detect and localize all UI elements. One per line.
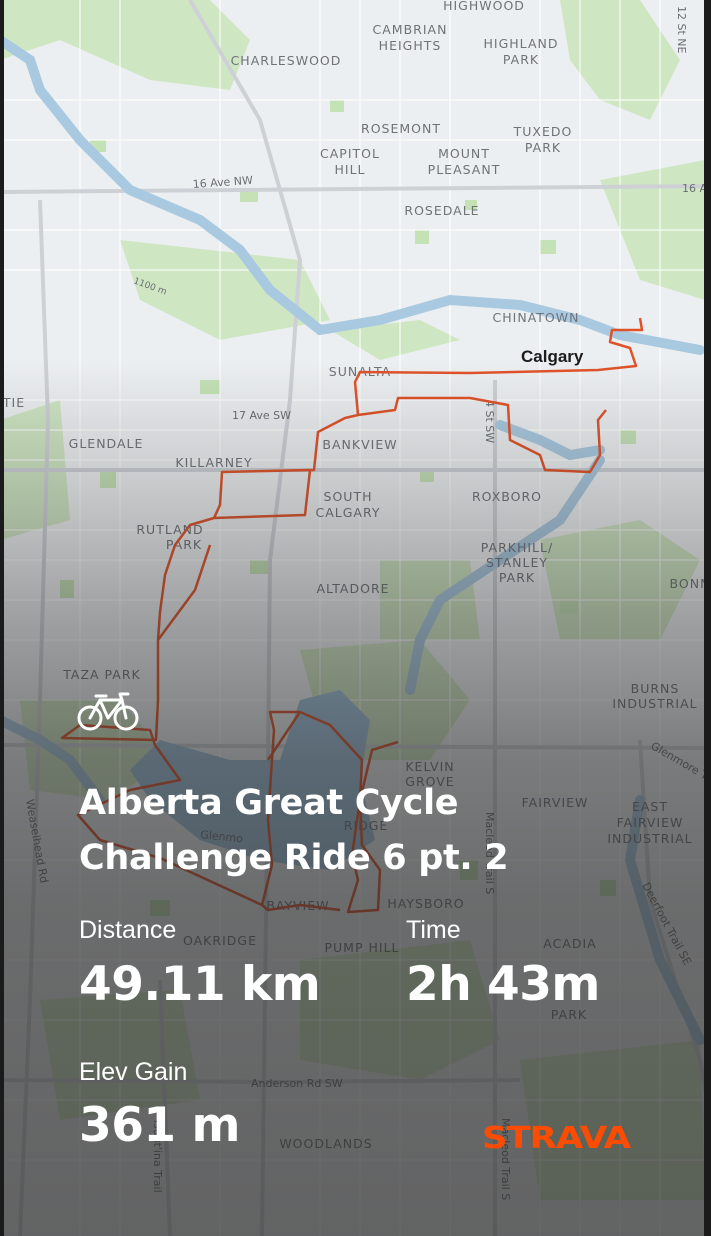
- svg-text:ROSEDALE: ROSEDALE: [404, 203, 479, 218]
- activity-title-line2: Challenge Ride 6 pt. 2: [79, 838, 509, 878]
- svg-text:STANLEY: STANLEY: [486, 555, 548, 570]
- svg-text:INDUSTRIAL: INDUSTRIAL: [612, 696, 697, 711]
- svg-text:PLEASANT: PLEASANT: [428, 162, 501, 177]
- svg-text:CAPITOL: CAPITOL: [320, 146, 380, 161]
- svg-text:OAKRIDGE: OAKRIDGE: [183, 933, 257, 948]
- svg-text:TUXEDO: TUXEDO: [513, 124, 573, 139]
- svg-text:Anderson Rd SW: Anderson Rd SW: [251, 1077, 343, 1090]
- city-label: Calgary: [521, 347, 584, 366]
- svg-text:PARK: PARK: [503, 52, 539, 67]
- elev-gain-label: Elev Gain: [79, 1058, 188, 1086]
- svg-text:TIE: TIE: [2, 395, 25, 410]
- svg-text:TAZA PARK: TAZA PARK: [62, 667, 140, 682]
- svg-text:CHINATOWN: CHINATOWN: [493, 310, 580, 325]
- distance-label: Distance: [79, 916, 177, 944]
- bicycle-icon: [77, 692, 139, 731]
- svg-text:CALGARY: CALGARY: [315, 505, 380, 520]
- svg-text:ALTADORE: ALTADORE: [316, 581, 389, 596]
- svg-text:PARK: PARK: [166, 537, 202, 552]
- right-edge: [704, 0, 711, 1236]
- elev-gain-value: 361 m: [79, 1098, 240, 1153]
- svg-text:SOUTH: SOUTH: [324, 489, 373, 504]
- svg-text:PARKHILL/: PARKHILL/: [481, 540, 553, 555]
- left-edge: [0, 0, 4, 1236]
- activity-title-line1: Alberta Great Cycle: [79, 783, 459, 823]
- route-map: HIGHWOOD CAMBRIAN HEIGHTS HIGHLAND PARK …: [0, 0, 711, 1236]
- svg-text:BANKVIEW: BANKVIEW: [322, 437, 397, 452]
- strava-wordmark: STRAVA: [482, 1121, 632, 1152]
- time-value: 2h 43m: [406, 957, 600, 1012]
- svg-text:PARK: PARK: [499, 570, 535, 585]
- strava-logo: STRAVA: [482, 1121, 632, 1152]
- svg-text:17 Ave SW: 17 Ave SW: [232, 409, 291, 422]
- svg-text:KELVIN: KELVIN: [405, 759, 454, 774]
- svg-text:GLENDALE: GLENDALE: [69, 436, 144, 451]
- svg-text:KILLARNEY: KILLARNEY: [175, 455, 252, 470]
- svg-text:CHARLESWOOD: CHARLESWOOD: [231, 53, 342, 68]
- time-label: Time: [406, 916, 461, 944]
- activity-title: Alberta Great Cycle Challenge Ride 6 pt.…: [79, 776, 639, 886]
- svg-text:MOUNT: MOUNT: [438, 146, 490, 161]
- svg-text:CAMBRIAN: CAMBRIAN: [373, 22, 448, 37]
- activity-share-card: HIGHWOOD CAMBRIAN HEIGHTS HIGHLAND PARK …: [0, 0, 711, 1236]
- svg-text:4 St SW: 4 St SW: [483, 400, 496, 443]
- svg-text:HEIGHTS: HEIGHTS: [379, 38, 442, 53]
- svg-text:HILL: HILL: [334, 162, 365, 177]
- svg-text:ROSEMONT: ROSEMONT: [361, 121, 441, 136]
- svg-text:BURNS: BURNS: [631, 681, 680, 696]
- svg-text:ACADIA: ACADIA: [543, 936, 596, 951]
- svg-text:HIGHLAND: HIGHLAND: [484, 36, 559, 51]
- svg-text:PARK: PARK: [525, 140, 561, 155]
- svg-text:ROXBORO: ROXBORO: [472, 489, 542, 504]
- label-highwood: HIGHWOOD: [443, 0, 525, 13]
- svg-text:12 St NE: 12 St NE: [675, 6, 688, 54]
- distance-value: 49.11 km: [79, 957, 321, 1012]
- svg-text:HAYSBORO: HAYSBORO: [387, 896, 464, 911]
- svg-text:PUMP HILL: PUMP HILL: [325, 940, 400, 955]
- svg-text:WOODLANDS: WOODLANDS: [279, 1136, 372, 1151]
